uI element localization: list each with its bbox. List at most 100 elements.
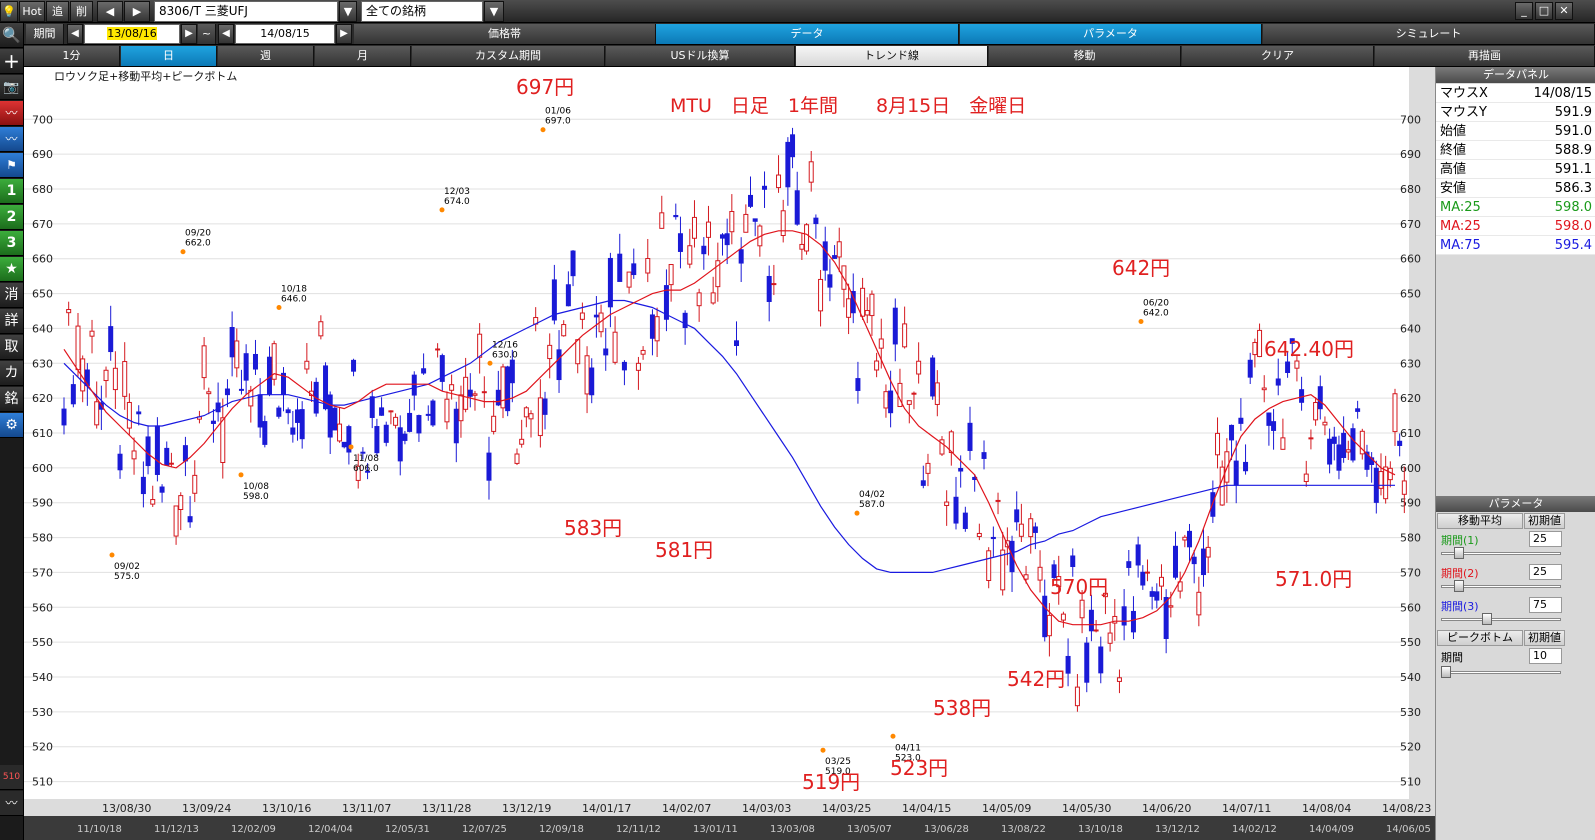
candlestick-chart[interactable]: 700 700 690 690 680 680 670 670 660 660 650 650 640 6… xyxy=(24,67,1435,840)
pb-period-slider[interactable] xyxy=(1441,666,1561,678)
ma-period-slider[interactable] xyxy=(1441,613,1561,625)
trade-button[interactable]: 取 xyxy=(0,335,23,360)
peak-marker xyxy=(439,207,445,213)
y-tick-label-left: 620 xyxy=(32,392,53,405)
data-row: MA:75 595.4 xyxy=(1436,236,1595,255)
candle-body xyxy=(1168,605,1174,608)
candle-body xyxy=(481,391,487,394)
candle-body xyxy=(766,275,772,302)
maximize-button[interactable]: □ xyxy=(1535,2,1553,20)
x-tick-label: 14/07/11 xyxy=(1222,802,1271,815)
candle-body xyxy=(304,360,310,370)
hot-button[interactable]: Hot xyxy=(19,1,45,22)
candle-body xyxy=(561,324,567,337)
tab-parameter[interactable]: パラメータ xyxy=(960,24,1262,44)
preset-3-button[interactable]: 3 xyxy=(0,231,23,256)
usd-convert-button[interactable]: USドル換算 xyxy=(606,46,795,66)
stock-dropdown-button[interactable]: ▼ xyxy=(339,1,357,22)
ma-period-input[interactable]: 25 xyxy=(1529,531,1562,547)
group-select[interactable]: 全ての銘柄 xyxy=(361,1,483,22)
mini-line-icon[interactable]: 〰 xyxy=(0,791,23,816)
detail-button[interactable]: 詳 xyxy=(0,309,23,334)
ma-period-slider[interactable] xyxy=(1441,580,1561,592)
redraw-button[interactable]: 再描画 xyxy=(1375,46,1595,66)
end-next-button[interactable]: ▶ xyxy=(336,24,352,44)
candle-body xyxy=(790,134,796,158)
star-icon[interactable]: ★ xyxy=(0,257,23,282)
range-custom[interactable]: カスタム期間 xyxy=(412,46,605,66)
candle-body xyxy=(1243,461,1249,472)
data-row-key: MA:25 xyxy=(1440,200,1481,215)
pb-slider-thumb[interactable] xyxy=(1441,666,1451,678)
peak-marker xyxy=(820,747,826,753)
lightbulb-icon[interactable]: 💡 xyxy=(0,1,18,22)
pb-init-button[interactable]: 初期値 xyxy=(1524,630,1565,646)
next-stock-button[interactable]: ▶ xyxy=(124,1,150,22)
pb-period-input[interactable]: 10 xyxy=(1529,648,1562,664)
stock-input[interactable]: 8306/T 三菱UFJ xyxy=(154,1,338,22)
mini-chart-icon[interactable]: 510 xyxy=(0,765,23,790)
trendline-button[interactable]: トレンド線 xyxy=(796,46,988,66)
start-prev-button[interactable]: ◀ xyxy=(67,24,83,44)
move-button[interactable]: 移動 xyxy=(989,46,1181,66)
start-next-button[interactable]: ▶ xyxy=(181,24,197,44)
x-tick-label-secondary: 12/07/25 xyxy=(462,824,507,835)
candle-body xyxy=(762,185,768,190)
candle-body xyxy=(537,397,543,437)
camera-icon[interactable]: 📷 xyxy=(0,75,23,100)
prev-stock-button[interactable]: ◀ xyxy=(97,1,123,22)
end-prev-button[interactable]: ◀ xyxy=(218,24,234,44)
x-tick-label-secondary: 11/10/18 xyxy=(77,824,122,835)
search-icon[interactable]: 🔍 xyxy=(0,23,23,48)
gear-icon[interactable]: ⚙ xyxy=(0,413,23,438)
candle-body xyxy=(327,394,333,438)
y-tick-label-left: 640 xyxy=(32,322,53,335)
range-1min[interactable]: 1分 xyxy=(24,46,120,66)
range-day[interactable]: 日 xyxy=(121,46,217,66)
clear-button[interactable]: クリア xyxy=(1182,46,1374,66)
x-tick-label-secondary: 12/11/12 xyxy=(616,824,661,835)
preset-1-button[interactable]: 1 xyxy=(0,179,23,204)
ma-slider-thumb[interactable] xyxy=(1482,613,1492,625)
candle-body xyxy=(1065,655,1071,674)
ma-period-label: 期間(3) xyxy=(1441,600,1479,613)
candle-body xyxy=(771,283,777,286)
start-date-input[interactable]: 13/08/16 xyxy=(84,24,180,44)
preset-2-button[interactable]: 2 xyxy=(0,205,23,230)
flag-icon[interactable]: ⚑ xyxy=(0,153,23,178)
stock-button[interactable]: 銘 xyxy=(0,387,23,412)
candle-chart-icon[interactable]: 〰 xyxy=(0,101,23,126)
peak-date-label: 09/02 xyxy=(114,562,140,572)
crosshair-icon[interactable]: + xyxy=(0,49,23,74)
tab-data[interactable]: データ xyxy=(656,24,959,44)
ma-init-button[interactable]: 初期値 xyxy=(1524,513,1565,529)
ka-button[interactable]: カ xyxy=(0,361,23,386)
data-row-value: 14/08/15 xyxy=(1533,86,1592,101)
ma-period-input[interactable]: 75 xyxy=(1529,597,1562,613)
candle-body xyxy=(635,362,641,371)
group-dropdown-button[interactable]: ▼ xyxy=(484,1,504,22)
line-chart-icon[interactable]: 〰 xyxy=(0,127,23,152)
range-month[interactable]: 月 xyxy=(315,46,411,66)
ma-period-input[interactable]: 25 xyxy=(1529,564,1562,580)
candle-body xyxy=(1322,421,1328,426)
minimize-button[interactable]: _ xyxy=(1515,2,1533,20)
erase-button[interactable]: 消 xyxy=(0,283,23,308)
data-row: 始値 591.0 xyxy=(1436,122,1595,141)
candle-body xyxy=(201,345,207,379)
delete-button[interactable]: 削 xyxy=(70,1,93,22)
add-button[interactable]: 追 xyxy=(46,1,69,22)
range-week[interactable]: 週 xyxy=(218,46,314,66)
end-date-input[interactable]: 14/08/15 xyxy=(235,24,335,44)
tab-simulate[interactable]: シミュレート xyxy=(1263,24,1595,44)
ma-slider-thumb[interactable] xyxy=(1454,547,1464,559)
ma-slider-thumb[interactable] xyxy=(1454,580,1464,592)
data-panel-title: データパネル xyxy=(1436,67,1595,83)
ma-period-slider[interactable] xyxy=(1441,547,1561,559)
close-button[interactable]: ✕ xyxy=(1555,2,1573,20)
peak-price-label: 575.0 xyxy=(114,572,140,582)
tab-price-range[interactable]: 価格帯 xyxy=(354,24,656,44)
candle-body xyxy=(640,349,646,355)
peak-marker xyxy=(540,127,546,133)
candle-body xyxy=(495,389,501,406)
